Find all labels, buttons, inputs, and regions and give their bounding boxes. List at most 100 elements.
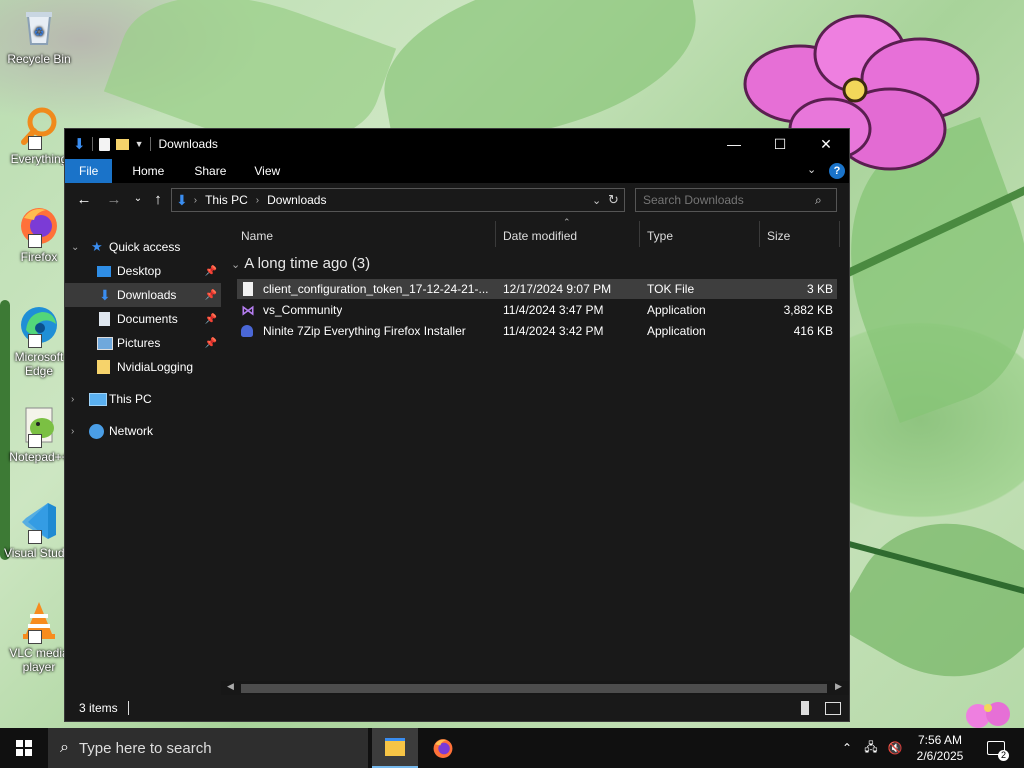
chevron-right-icon[interactable]: › [71,394,74,405]
minimize-icon: — [727,136,741,152]
file-row[interactable]: ⋈ vs_Community 11/4/2024 3:47 PM Applica… [237,300,837,320]
pin-icon[interactable]: 📌 [205,314,217,325]
column-separator[interactable] [639,221,640,247]
file-row[interactable]: Ninite 7Zip Everything Firefox Installer… [237,321,837,341]
large-icons-view-icon[interactable] [825,702,841,715]
maximize-icon: ☐ [773,135,787,152]
sidebar-item-downloads[interactable]: ⬇ Downloads 📌 [65,283,221,307]
breadcrumb-chevron-icon[interactable]: › [194,195,197,206]
desktop-folder-icon [97,265,111,277]
close-button[interactable]: ✕ [803,129,849,159]
visual-studio-installer-icon: ⋈ [241,301,255,318]
chevron-down-icon[interactable]: ▼ [135,139,144,149]
scroll-right-icon[interactable]: ▶ [835,681,842,692]
sidebar-item-documents[interactable]: Documents 📌 [65,307,221,331]
minimize-button[interactable]: — [711,129,757,159]
firefox-icon [18,204,60,248]
address-history-chevron-icon[interactable]: ⌄ [592,194,601,207]
pin-icon[interactable]: 📌 [205,290,217,301]
breadcrumb-this-pc[interactable]: This PC [205,193,248,207]
details-view-icon[interactable] [801,701,809,715]
computer-icon [89,392,107,406]
ninite-installer-icon [241,325,253,337]
tab-file[interactable]: File [65,159,113,183]
pink-flower-small [966,702,1010,728]
show-hidden-icons-chevron-icon[interactable]: ⌃ [836,728,858,768]
sidebar-item-nvidialogging[interactable]: NvidiaLogging [65,355,221,379]
file-name: vs_Community [263,303,343,317]
separator [149,137,151,151]
title-bar[interactable]: ⬇ ▼ Downloads — ☐ ✕ [65,129,849,159]
tab-view[interactable]: View [240,159,294,183]
scroll-left-icon[interactable]: ◀ [227,681,234,692]
sidebar-item-quick-access[interactable]: ⌄ ★ Quick access [65,235,221,259]
vlc-icon [18,600,60,644]
notepad-plus-icon [18,404,60,448]
maximize-button[interactable]: ☐ [757,129,803,159]
quick-access-toolbar: ⬇ ▼ [65,135,151,153]
network-status-icon[interactable]: 🖧 [860,728,882,768]
column-header-date-modified[interactable]: Date modified [503,229,577,243]
breadcrumb-downloads[interactable]: Downloads [267,193,326,207]
pin-icon[interactable]: 📌 [205,338,217,349]
taskbar-search-box[interactable]: ⌕ Type here to search [48,728,368,768]
sidebar-item-network[interactable]: › Network [65,419,221,443]
help-icon[interactable]: ? [829,163,845,179]
tab-share[interactable]: Share [180,159,240,183]
search-icon[interactable]: ⌕ [815,193,822,208]
downloads-folder-icon: ⬇ [73,136,86,153]
sidebar-item-label: Network [109,424,154,438]
group-header[interactable]: ⌄ A long time ago (3) [231,255,370,272]
desktop-icon-recycle-bin[interactable]: ♻ Recycle Bin [4,6,74,66]
status-bar: 3 items [65,695,849,721]
sidebar-item-pictures[interactable]: Pictures 📌 [65,331,221,355]
everything-search-icon [18,106,60,150]
taskbar-file-explorer-button[interactable] [372,728,418,768]
tab-home[interactable]: Home [112,159,180,183]
column-separator[interactable] [495,221,496,247]
file-row[interactable]: client_configuration_token_17-12-24-21-.… [237,279,837,299]
sidebar-item-label: Documents [117,312,178,326]
chevron-down-icon[interactable]: ⌄ [231,259,240,271]
breadcrumb-chevron-icon[interactable]: › [256,195,259,206]
column-header-name[interactable]: Name [241,229,273,243]
address-bar[interactable]: ⬇ › This PC › Downloads ⌄ ↻ [171,188,625,212]
scrollbar-thumb[interactable] [241,684,827,693]
column-separator[interactable] [839,221,840,247]
sidebar-item-desktop[interactable]: Desktop 📌 [65,259,221,283]
back-arrow-icon[interactable]: ← [71,191,97,208]
clock[interactable]: 7:56 AM 2/6/2025 [908,728,972,768]
search-icon: ⌕ [60,739,69,756]
item-count: 3 items [79,701,118,715]
group-label: A long time ago (3) [244,255,371,272]
file-icon [243,282,253,296]
column-header-type[interactable]: Type [647,229,673,243]
refresh-icon[interactable]: ↻ [608,192,619,208]
new-folder-icon[interactable] [115,138,129,150]
volume-muted-icon[interactable]: 🔇 [884,728,906,768]
search-box[interactable]: ⌕ [635,188,837,212]
forward-arrow-icon[interactable]: → [101,191,127,208]
search-input[interactable] [636,192,815,208]
pin-icon[interactable]: 📌 [205,266,217,277]
windows-logo-icon [16,740,32,756]
sidebar-item-label: Desktop [117,264,162,278]
taskbar-firefox-button[interactable] [420,728,466,768]
close-icon: ✕ [820,135,832,152]
up-arrow-icon[interactable]: ↑ [145,191,171,208]
notifications-button[interactable]: 2 [980,728,1012,768]
svg-text:♻: ♻ [34,25,45,39]
properties-icon[interactable] [98,137,110,151]
file-size: 3 KB [806,282,833,296]
notification-count: 2 [998,750,1009,761]
sidebar-item-this-pc[interactable]: › This PC [65,387,221,411]
sidebar-item-label: Quick access [109,240,181,254]
horizontal-scrollbar[interactable]: ◀ ▶ [221,681,849,695]
expand-ribbon-icon[interactable]: ⌄ [807,163,816,176]
start-button[interactable] [0,728,48,768]
column-header-size[interactable]: Size [767,229,790,243]
firefox-icon [433,739,453,758]
chevron-down-icon[interactable]: ⌄ [71,242,79,253]
chevron-right-icon[interactable]: › [71,426,74,437]
column-separator[interactable] [759,221,760,247]
